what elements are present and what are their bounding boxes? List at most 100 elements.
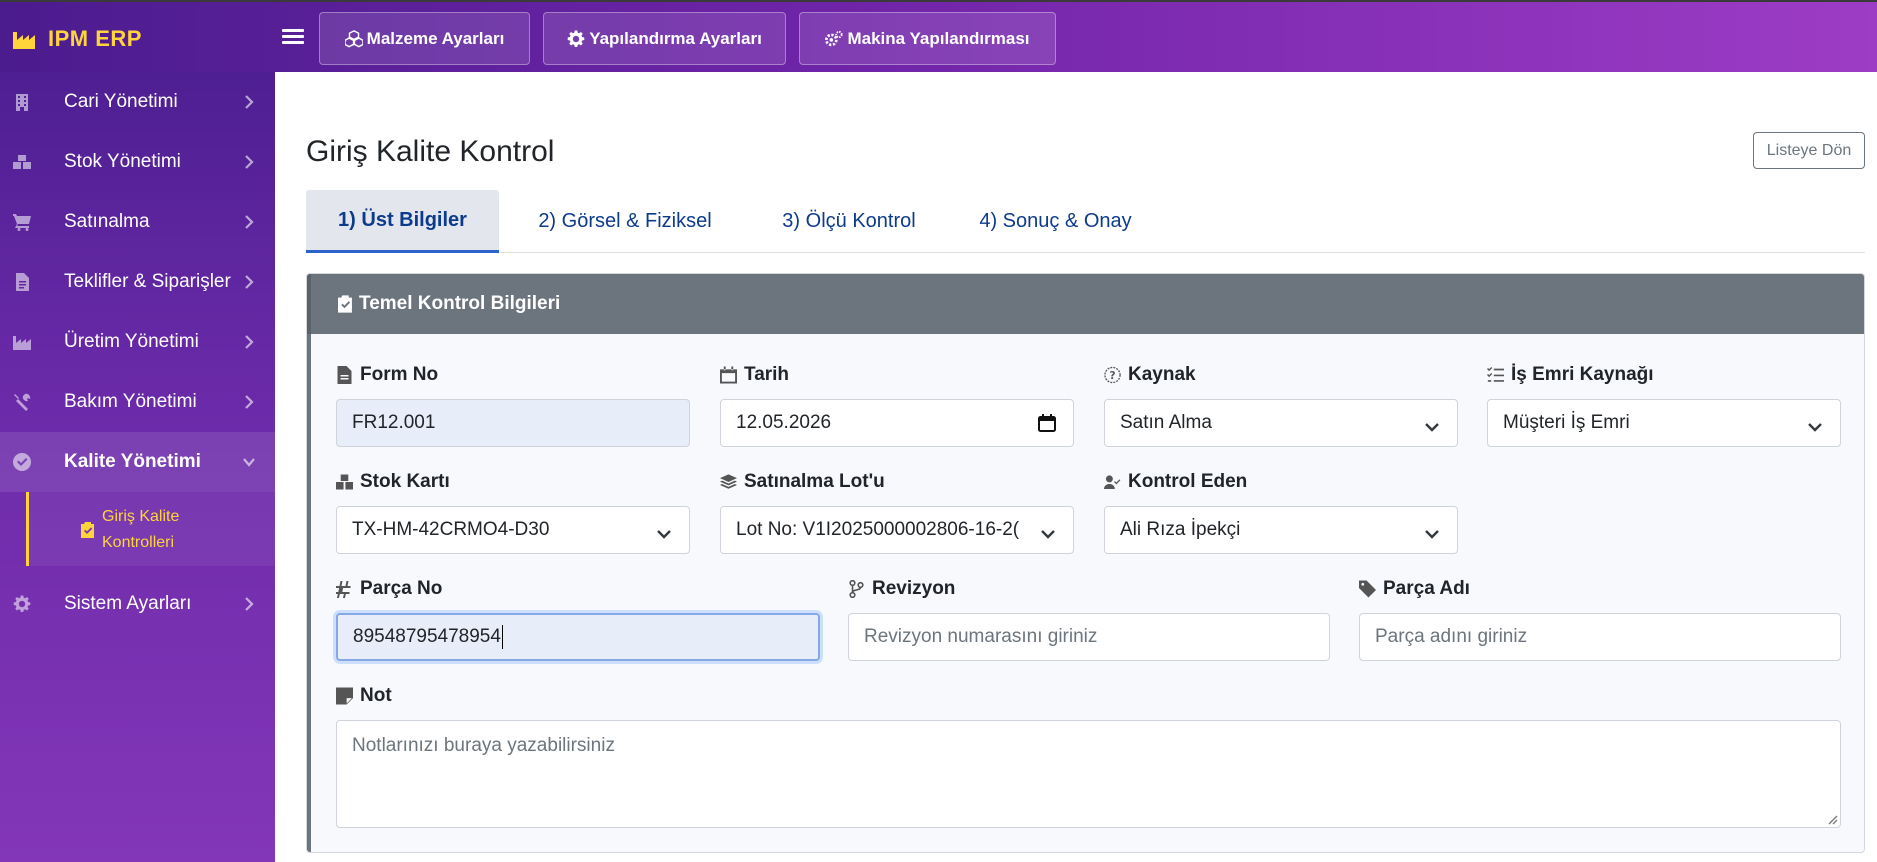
purchase-lot-label: Satınalma Lot'u [720, 471, 885, 493]
cart-icon [12, 212, 32, 232]
card-header: Temel Kontrol Bilgileri [307, 274, 1864, 334]
source-label: ? Kaynak [1104, 364, 1196, 386]
sidebar-item-uretim-yonetimi[interactable]: Üretim Yönetimi [0, 312, 275, 372]
tab-olcu-kontrol[interactable]: 3) Ölçü Kontrol [751, 190, 947, 253]
material-settings-button[interactable]: Malzeme Ayarları [319, 12, 530, 65]
clipboard-check-icon [338, 295, 352, 313]
user-check-icon [1104, 475, 1121, 489]
basic-control-info-card: Temel Kontrol Bilgileri Form No FR12.001… [306, 273, 1865, 853]
top-navbar: IPM ERP Malzeme Ayarları Yapılandırma Ay… [0, 0, 1877, 72]
sidebar-toggle-icon[interactable] [282, 26, 304, 50]
controller-label: Kontrol Eden [1104, 471, 1247, 493]
gear-icon [567, 29, 585, 47]
chevron-down-icon [1425, 524, 1439, 539]
text-cursor [501, 625, 503, 649]
clipboard-check-icon [81, 522, 95, 538]
part-name-input[interactable]: Parça adını giriniz [1359, 613, 1841, 661]
chevron-right-icon [243, 155, 255, 169]
question-circle-icon: ? [1104, 366, 1121, 384]
chevron-right-icon [243, 215, 255, 229]
machine-configuration-label: Makina Yapılandırması [847, 28, 1030, 48]
back-to-list-button[interactable]: Listeye Dön [1753, 132, 1865, 169]
sidebar-item-label: Bakım Yönetimi [64, 391, 197, 412]
page-title: Giriş Kalite Kontrol [306, 135, 555, 168]
boxes-icon [12, 152, 32, 172]
part-no-label: Parça No [336, 578, 442, 600]
tab-ust-bilgiler[interactable]: 1) Üst Bilgiler [306, 190, 499, 253]
check-circle-icon [12, 452, 32, 472]
resize-handle-icon[interactable] [1826, 813, 1838, 825]
invoice-icon [12, 272, 32, 292]
revision-input[interactable]: Revizyon numarasını giriniz [848, 613, 1330, 661]
machine-configuration-button[interactable]: Makina Yapılandırması [799, 12, 1056, 65]
chevron-right-icon [243, 395, 255, 409]
tag-icon [1359, 580, 1376, 598]
revision-label: Revizyon [848, 578, 955, 600]
work-order-source-label: İş Emri Kaynağı [1487, 364, 1654, 386]
brand[interactable]: IPM ERP [12, 24, 142, 54]
industry-icon [12, 332, 32, 352]
chevron-right-icon [243, 95, 255, 109]
gear-icon [12, 594, 32, 614]
chevron-down-icon [1041, 524, 1055, 539]
gears-icon [825, 30, 844, 46]
sidebar-item-satinalma[interactable]: Satınalma [0, 192, 275, 252]
sidebar-item-stok-yonetimi[interactable]: Stok Yönetimi [0, 132, 275, 192]
chevron-right-icon [243, 275, 255, 289]
chevron-right-icon [243, 597, 255, 611]
chevron-down-icon [1425, 417, 1439, 432]
chevron-down-icon [1808, 417, 1822, 432]
chevron-down-icon [657, 524, 671, 539]
cubes-icon [344, 29, 363, 47]
list-check-icon [1487, 367, 1504, 382]
chevron-right-icon [243, 335, 255, 349]
sidebar-item-sistem-ayarlari[interactable]: Sistem Ayarları [0, 574, 275, 634]
boxes-icon [336, 474, 353, 490]
sidebar-item-label: Cari Yönetimi [64, 91, 178, 112]
tab-gorsel-fiziksel[interactable]: 2) Görsel & Fiziksel [499, 190, 751, 253]
work-order-source-select[interactable]: Müşteri İş Emri [1487, 399, 1841, 447]
stock-card-select[interactable]: TX-HM-42CRMO4-D30 [336, 506, 690, 554]
sticky-note-icon [336, 687, 353, 705]
file-icon [337, 366, 352, 384]
sidebar-item-teklifler-siparisler[interactable]: Teklifler & Siparişler [0, 252, 275, 312]
source-select[interactable]: Satın Alma [1104, 399, 1458, 447]
note-textarea[interactable]: Notlarınızı buraya yazabilirsiniz [336, 720, 1841, 828]
chevron-down-icon [243, 455, 255, 469]
sidebar-subitem-giris-kalite-kontrolleri[interactable]: Giriş Kalite Kontrolleri [26, 492, 275, 566]
layers-icon [720, 474, 737, 489]
stock-card-label: Stok Kartı [336, 471, 450, 493]
tab-bar: 1) Üst Bilgiler 2) Görsel & Fiziksel 3) … [306, 190, 1865, 253]
sidebar-item-label: Kalite Yönetimi [64, 451, 201, 472]
date-input[interactable]: 12.05.2026 [720, 399, 1074, 447]
form-no-input[interactable]: FR12.001 [336, 399, 690, 447]
controller-select[interactable]: Ali Rıza İpekçi [1104, 506, 1458, 554]
card-title: Temel Kontrol Bilgileri [359, 293, 561, 314]
sidebar-item-label: Satınalma [64, 211, 150, 232]
sidebar-item-bakim-yonetimi[interactable]: Bakım Yönetimi [0, 372, 275, 432]
industry-icon [13, 32, 35, 49]
tab-sonuc-onay[interactable]: 4) Sonuç & Onay [947, 190, 1164, 253]
sidebar-item-kalite-yonetimi[interactable]: Kalite Yönetimi [0, 432, 275, 492]
hashtag-icon [336, 581, 351, 598]
note-label: Not [336, 685, 392, 707]
calendar-icon [720, 366, 737, 384]
sidebar-item-cari-yonetimi[interactable]: Cari Yönetimi [0, 72, 275, 132]
sidebar-item-label: Üretim Yönetimi [64, 331, 199, 352]
calendar-picker-icon[interactable] [1037, 413, 1057, 433]
sidebar-subitem-label: Giriş Kalite Kontrolleri [102, 508, 180, 551]
card-accent-bar [307, 334, 311, 852]
code-branch-icon [849, 580, 864, 598]
part-name-label: Parça Adı [1359, 578, 1470, 600]
brand-name: IPM ERP [48, 26, 142, 51]
part-no-input[interactable]: 89548795478954 [336, 613, 820, 661]
sidebar-item-label: Sistem Ayarları [64, 593, 192, 614]
tools-icon [12, 392, 32, 412]
configuration-settings-button[interactable]: Yapılandırma Ayarları [543, 12, 786, 65]
sidebar-item-label: Stok Yönetimi [64, 151, 181, 172]
date-label: Tarih [720, 364, 789, 386]
configuration-settings-label: Yapılandırma Ayarları [589, 28, 762, 48]
svg-text:?: ? [1109, 370, 1115, 382]
building-icon [12, 92, 32, 112]
purchase-lot-select[interactable]: Lot No: V1I2025000002806-16-2( [720, 506, 1074, 554]
